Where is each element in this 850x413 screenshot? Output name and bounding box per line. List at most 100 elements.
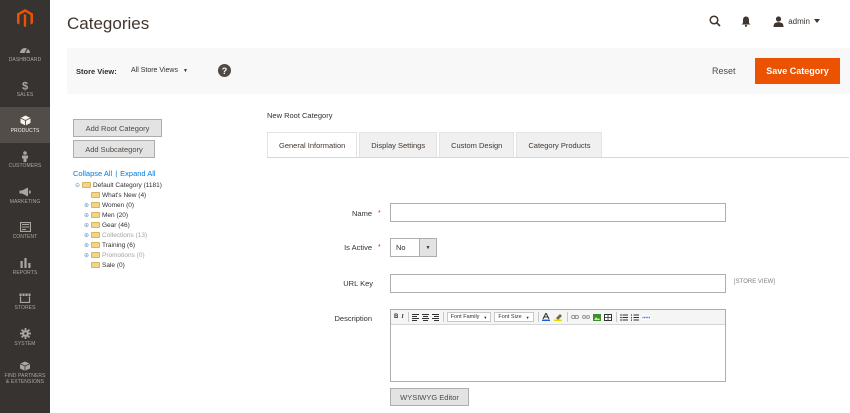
sidebar-item-customers[interactable]: CUSTOMERS bbox=[0, 143, 50, 179]
tree-node-label: Promotions (0) bbox=[102, 251, 145, 259]
magento-logo[interactable] bbox=[0, 0, 50, 36]
sidebar-item-system[interactable]: SYSTEM bbox=[0, 320, 50, 356]
expand-all-link[interactable]: Expand All bbox=[120, 169, 155, 178]
align-right-icon[interactable] bbox=[431, 313, 439, 321]
layout-icon bbox=[19, 222, 31, 233]
expand-node-icon[interactable]: ⊕ bbox=[83, 212, 90, 219]
bell-icon bbox=[741, 16, 751, 27]
expand-node-icon[interactable]: ⊕ bbox=[83, 232, 90, 239]
tab-custom-design[interactable]: Custom Design bbox=[439, 132, 515, 158]
font-family-value: Font Family bbox=[450, 314, 480, 320]
wysiwyg-editor-button[interactable]: WYSIWYG Editor bbox=[390, 388, 469, 406]
font-size-value: Font Size bbox=[498, 314, 522, 320]
numbered-list-icon[interactable] bbox=[630, 313, 639, 321]
sidebar-item-label: PRODUCTS bbox=[10, 127, 40, 134]
tab-category-products[interactable]: Category Products bbox=[516, 132, 603, 158]
description-editor: B I Font Family ▼ Font Size ▼ bbox=[390, 309, 726, 382]
sidebar-nav: DASHBOARD $ SALES PRODUCTS CUSTOMERS MARKETIN… bbox=[0, 36, 50, 391]
insert-image-icon[interactable] bbox=[592, 313, 601, 321]
name-input[interactable] bbox=[390, 203, 726, 222]
admin-sidebar: DASHBOARD $ SALES PRODUCTS CUSTOMERS MARKETIN… bbox=[0, 0, 50, 413]
tree-node[interactable]: Sale (0) bbox=[74, 260, 162, 270]
sidebar-item-sales[interactable]: $ SALES bbox=[0, 72, 50, 108]
add-root-category-button[interactable]: Add Root Category bbox=[73, 119, 162, 137]
sidebar-item-stores[interactable]: STORES bbox=[0, 285, 50, 321]
italic-button[interactable]: I bbox=[401, 314, 403, 320]
sidebar-item-marketing[interactable]: MARKETING bbox=[0, 178, 50, 214]
tree-node-label: Sale (0) bbox=[102, 261, 125, 269]
magento-logo-icon bbox=[17, 8, 33, 27]
caret-down-icon: ▼ bbox=[182, 67, 188, 74]
search-button[interactable] bbox=[709, 15, 721, 27]
save-category-button[interactable]: Save Category bbox=[755, 58, 840, 84]
tab-display-settings[interactable]: Display Settings bbox=[359, 132, 438, 158]
tree-node-label: Default Category (1181) bbox=[93, 181, 162, 189]
tree-node[interactable]: ⊕ Training (6) bbox=[74, 240, 162, 250]
is-active-select[interactable]: No ▼ bbox=[390, 238, 437, 257]
folder-icon bbox=[91, 242, 100, 248]
tree-node-label: Collections (13) bbox=[102, 231, 148, 239]
folder-icon bbox=[91, 212, 100, 218]
cube-icon bbox=[19, 115, 31, 126]
font-size-select[interactable]: Font Size ▼ bbox=[494, 312, 534, 322]
highlight-color-icon[interactable] bbox=[553, 313, 563, 321]
tree-node[interactable]: What's New (4) bbox=[74, 190, 162, 200]
expand-node-icon[interactable]: ⊕ bbox=[83, 202, 90, 209]
tree-node[interactable]: ⊖ Default Category (1181) bbox=[74, 180, 162, 190]
align-center-icon[interactable] bbox=[421, 313, 429, 321]
sidebar-item-reports[interactable]: REPORTS bbox=[0, 249, 50, 285]
html-source-icon[interactable] bbox=[641, 314, 651, 320]
search-icon bbox=[709, 15, 721, 27]
tree-node[interactable]: ⊕ Men (20) bbox=[74, 210, 162, 220]
folder-icon bbox=[91, 252, 100, 258]
tab-general-information[interactable]: General Information bbox=[267, 132, 358, 158]
sidebar-item-products[interactable]: PRODUCTS bbox=[0, 107, 50, 143]
caret-down-icon: ▼ bbox=[419, 239, 436, 256]
text-color-icon[interactable] bbox=[541, 313, 551, 321]
collapse-node-icon[interactable]: ⊖ bbox=[74, 182, 81, 189]
caret-down-icon bbox=[814, 19, 820, 23]
bar-chart-icon bbox=[19, 257, 31, 268]
sidebar-item-find[interactable]: FIND PARTNERS & EXTENSIONS bbox=[0, 356, 50, 392]
notifications-button[interactable] bbox=[741, 16, 751, 27]
folder-icon bbox=[91, 192, 100, 198]
table-icon[interactable] bbox=[603, 313, 612, 321]
sidebar-item-label: STORES bbox=[14, 305, 36, 312]
url-key-input[interactable] bbox=[390, 274, 726, 293]
tree-node[interactable]: ⊕ Women (0) bbox=[74, 200, 162, 210]
folder-icon bbox=[91, 222, 100, 228]
tree-node-label: Women (0) bbox=[102, 201, 135, 209]
name-label: Name bbox=[351, 209, 372, 218]
help-icon[interactable]: ? bbox=[218, 64, 231, 77]
is-active-label: Is Active bbox=[344, 243, 372, 252]
unlink-icon[interactable] bbox=[581, 314, 590, 320]
sidebar-item-content[interactable]: CONTENT bbox=[0, 214, 50, 250]
category-tabs: General Information Display Settings Custo… bbox=[267, 132, 604, 158]
expand-node-icon[interactable]: ⊕ bbox=[83, 242, 90, 249]
expand-node-icon[interactable]: ⊕ bbox=[83, 252, 90, 259]
boxes-icon bbox=[19, 361, 31, 371]
collapse-all-link[interactable]: Collapse All bbox=[73, 169, 112, 178]
add-subcategory-button[interactable]: Add Subcategory bbox=[73, 140, 155, 158]
font-family-select[interactable]: Font Family ▼ bbox=[446, 312, 492, 322]
bullet-list-icon[interactable] bbox=[619, 313, 628, 321]
store-view-scope: [STORE VIEW] bbox=[734, 279, 775, 285]
reset-button[interactable]: Reset bbox=[712, 66, 736, 76]
toolbar-divider bbox=[566, 312, 568, 322]
expand-node-icon[interactable]: ⊕ bbox=[83, 222, 90, 229]
link-icon[interactable] bbox=[570, 314, 579, 320]
tree-node[interactable]: ⊕ Gear (46) bbox=[74, 220, 162, 230]
tabs-divider bbox=[267, 157, 849, 158]
sidebar-item-dashboard[interactable]: DASHBOARD bbox=[0, 36, 50, 72]
tree-node[interactable]: ⊕ Promotions (0) bbox=[74, 250, 162, 260]
tree-node-label: What's New (4) bbox=[102, 191, 147, 199]
store-view-dropdown[interactable]: All Store Views ▼ bbox=[131, 67, 188, 74]
sidebar-item-label: CUSTOMERS bbox=[8, 163, 42, 170]
bold-button[interactable]: B bbox=[394, 314, 398, 320]
page-title: Categories bbox=[67, 14, 150, 33]
align-left-icon[interactable] bbox=[411, 313, 419, 321]
tree-controls: Collapse All | Expand All bbox=[73, 169, 156, 178]
admin-user-menu[interactable]: admin bbox=[773, 15, 820, 27]
sidebar-item-label: SALES bbox=[16, 92, 34, 99]
tree-node[interactable]: ⊕ Collections (13) bbox=[74, 230, 162, 240]
